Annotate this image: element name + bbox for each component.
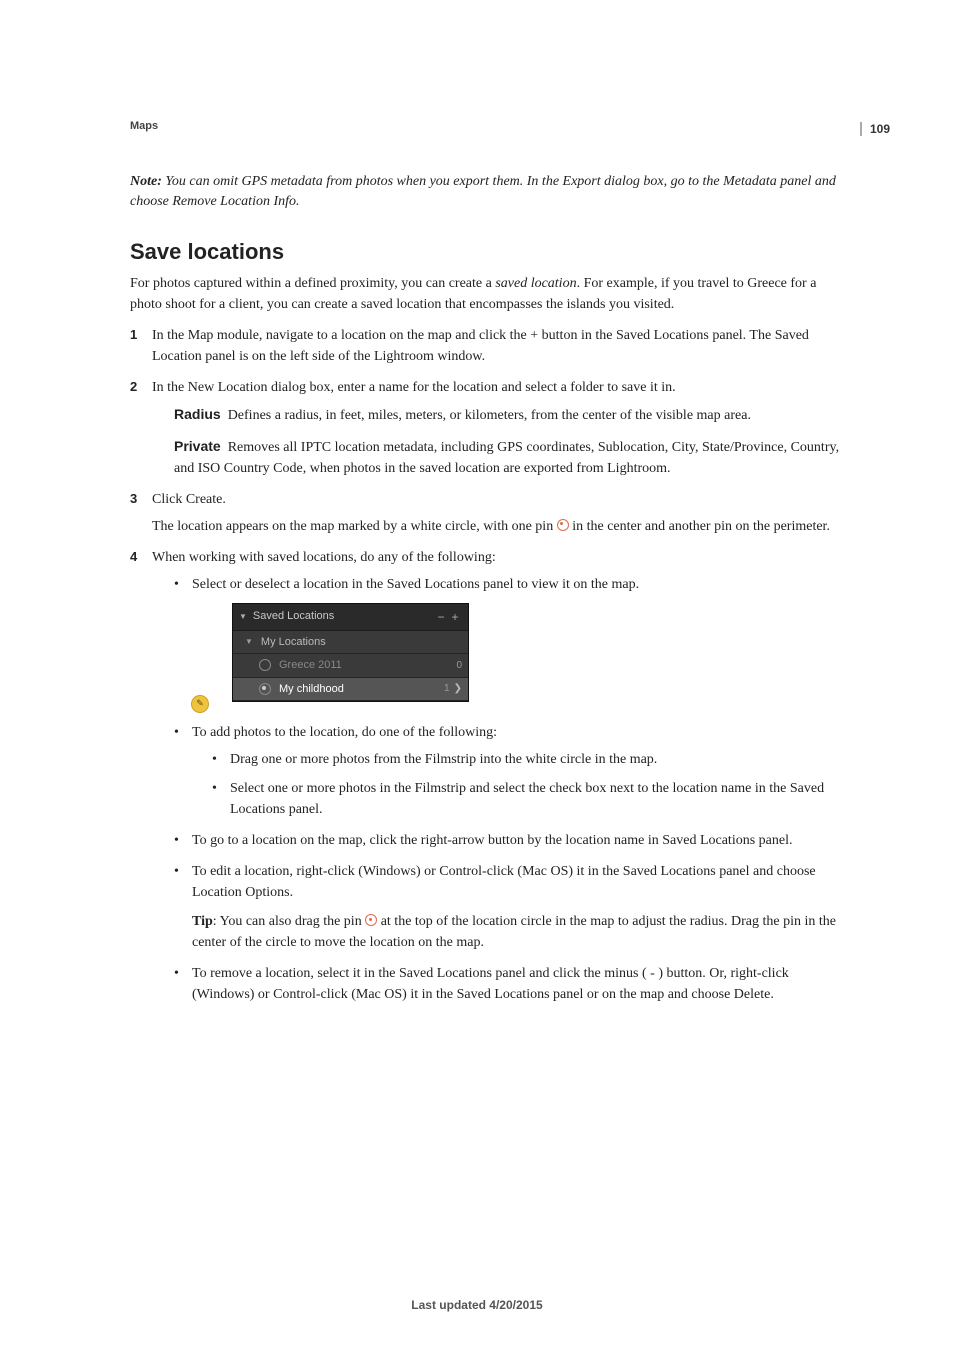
step-4: 4 When working with saved locations, do … bbox=[130, 547, 844, 1006]
step-4-text: When working with saved locations, do an… bbox=[152, 550, 496, 565]
def-body-private: Removes all IPTC location metadata, incl… bbox=[174, 440, 839, 476]
panel-location-item-selected[interactable]: My childhood 1 ❯ bbox=[233, 678, 468, 702]
bullet-edit: To edit a location, right-click (Windows… bbox=[174, 861, 844, 953]
note-paragraph: Note: You can omit GPS metadata from pho… bbox=[130, 172, 844, 213]
bullet-add: To add photos to the location, do one of… bbox=[174, 722, 844, 820]
step-3-text: Click Create. bbox=[152, 492, 226, 507]
disclosure-triangle-icon[interactable]: ▼ bbox=[239, 611, 247, 623]
step-3: 3 Click Create. The location appears on … bbox=[130, 489, 844, 537]
location-name: My childhood bbox=[279, 681, 344, 698]
step-3-detail-a: The location appears on the map marked b… bbox=[152, 519, 557, 534]
bullet-select-text: Select or deselect a location in the Sav… bbox=[192, 577, 639, 592]
step-number: 1 bbox=[130, 325, 137, 345]
step-3-detail: The location appears on the map marked b… bbox=[152, 516, 844, 537]
def-term-radius: Radius bbox=[174, 406, 221, 422]
location-count: 0 bbox=[456, 658, 462, 673]
subbullet-drag: Drag one or more photos from the Filmstr… bbox=[212, 749, 844, 770]
panel-folder-row[interactable]: ▼ My Locations bbox=[233, 631, 468, 655]
panel-folder-name: My Locations bbox=[261, 634, 326, 651]
panel-title: Saved Locations bbox=[253, 608, 334, 625]
step-2: 2 In the New Location dialog box, enter … bbox=[130, 377, 844, 479]
step-number: 2 bbox=[130, 377, 137, 397]
pin-icon bbox=[365, 914, 377, 926]
subbullet-select: Select one or more photos in the Filmstr… bbox=[212, 778, 844, 820]
step-number: 3 bbox=[130, 489, 137, 509]
tip-label: Tip bbox=[192, 914, 213, 929]
lock-metadata-icon[interactable]: ✎ bbox=[191, 695, 209, 713]
note-label: Note: bbox=[130, 174, 162, 189]
tip-body-a: : You can also drag the pin bbox=[213, 914, 365, 929]
step-1: 1 In the Map module, navigate to a locat… bbox=[130, 325, 844, 367]
location-name: Greece 2011 bbox=[279, 657, 342, 674]
bullet-select: Select or deselect a location in the Sav… bbox=[174, 574, 844, 713]
step-1-text: In the Map module, navigate to a locatio… bbox=[152, 328, 809, 364]
intro-paragraph: For photos captured within a defined pro… bbox=[130, 273, 844, 315]
step-2-text: In the New Location dialog box, enter a … bbox=[152, 380, 676, 395]
saved-locations-panel: ▼ Saved Locations − + ▼ My Locations bbox=[232, 603, 469, 703]
tip-paragraph: Tip: You can also drag the pin at the to… bbox=[192, 911, 844, 953]
location-checkbox[interactable] bbox=[259, 683, 271, 695]
location-checkbox[interactable] bbox=[259, 659, 271, 671]
footer-last-updated: Last updated 4/20/2015 bbox=[0, 1298, 954, 1312]
bullet-add-text: To add photos to the location, do one of… bbox=[192, 725, 497, 740]
definition-radius: Radius Defines a radius, in feet, miles,… bbox=[174, 404, 844, 426]
bullet-edit-text: To edit a location, right-click (Windows… bbox=[192, 864, 816, 900]
disclosure-triangle-icon[interactable]: ▼ bbox=[245, 636, 253, 648]
panel-header[interactable]: ▼ Saved Locations − + bbox=[233, 604, 468, 631]
location-count: 1 bbox=[444, 681, 450, 696]
remove-location-button[interactable]: − bbox=[434, 608, 448, 626]
def-body-radius: Defines a radius, in feet, miles, meters… bbox=[228, 408, 751, 423]
bullet-goto: To go to a location on the map, click th… bbox=[174, 830, 844, 851]
section-heading: Save locations bbox=[130, 239, 844, 265]
note-body: You can omit GPS metadata from photos wh… bbox=[130, 174, 836, 209]
step-number: 4 bbox=[130, 547, 137, 567]
running-head: Maps bbox=[130, 120, 844, 132]
def-term-private: Private bbox=[174, 438, 221, 454]
page-number: 109 bbox=[860, 122, 890, 136]
definition-private: Private Removes all IPTC location metada… bbox=[174, 436, 844, 479]
pin-icon bbox=[557, 519, 569, 531]
step-3-detail-b: in the center and another pin on the per… bbox=[572, 519, 830, 534]
intro-emphasis: saved location bbox=[495, 276, 576, 291]
add-location-button[interactable]: + bbox=[448, 608, 462, 626]
go-to-location-arrow-icon[interactable]: ❯ bbox=[454, 681, 462, 696]
bullet-remove: To remove a location, select it in the S… bbox=[174, 963, 844, 1005]
panel-location-item[interactable]: Greece 2011 0 bbox=[233, 654, 468, 678]
